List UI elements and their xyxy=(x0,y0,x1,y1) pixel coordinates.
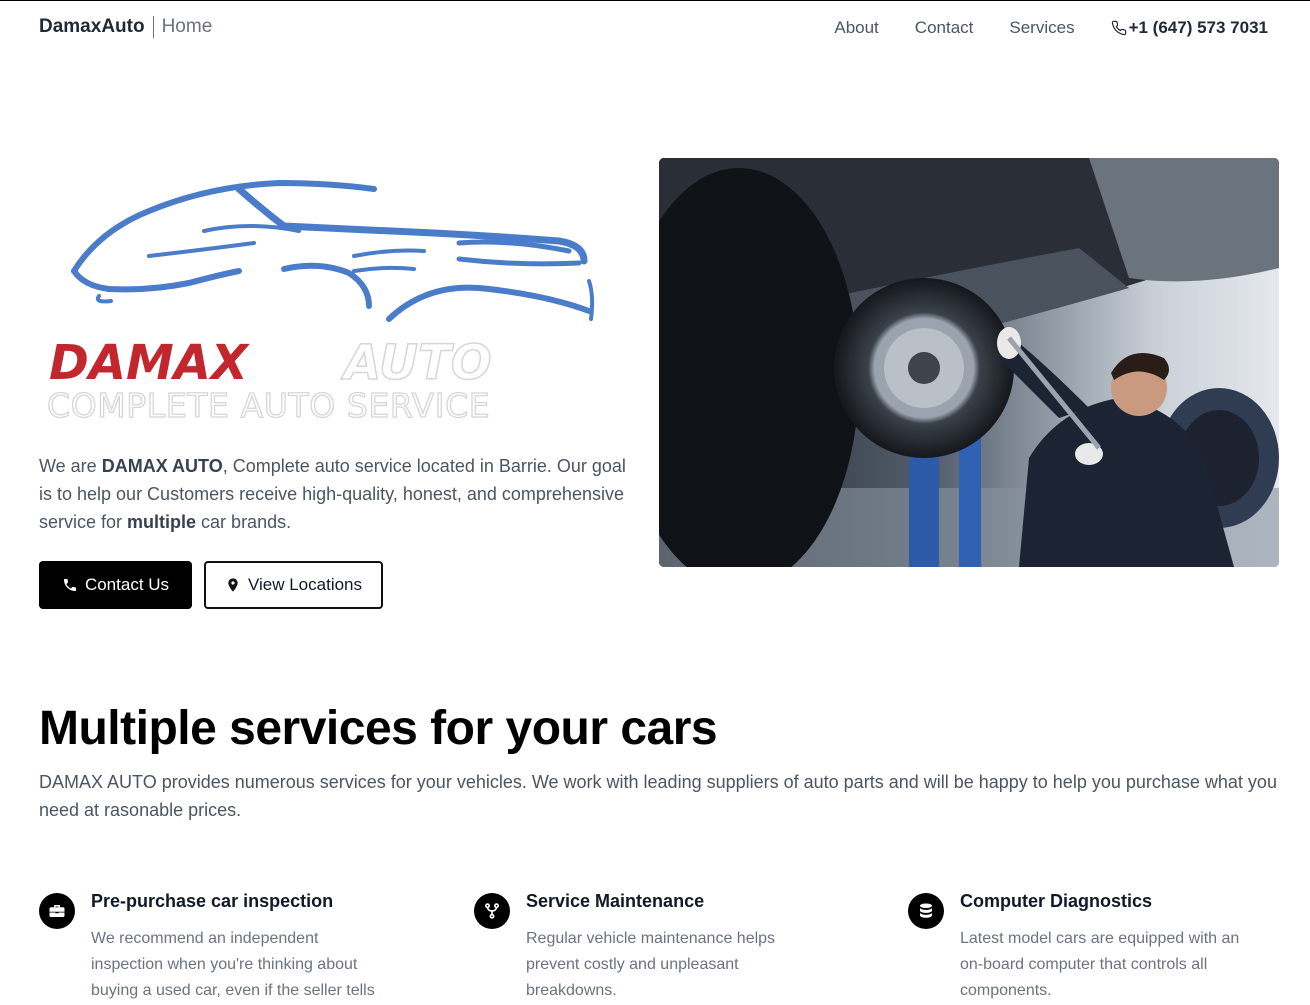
brand-name[interactable]: DamaxAuto xyxy=(39,16,145,38)
fork-icon xyxy=(474,893,510,929)
nav-links: About Contact Services +1 (647) 573 7031 xyxy=(798,18,1268,38)
contact-us-label: Contact Us xyxy=(84,575,170,594)
service-title: Service Maintenance xyxy=(526,891,705,911)
hero-photo xyxy=(659,158,1279,567)
service-text: Regular vehicle maintenance helps preven… xyxy=(526,930,776,999)
nav-link-services[interactable]: Services xyxy=(1009,18,1074,38)
logo-tagline: COMPLETE AUTO SERVICE xyxy=(47,386,490,425)
logo-auto: AUTO xyxy=(340,335,492,391)
database-icon xyxy=(908,893,944,929)
nav-link-about[interactable]: About xyxy=(834,18,878,38)
phone-icon xyxy=(1111,20,1126,36)
services-title: Multiple services for your cars xyxy=(39,702,718,755)
phone-number: +1 (647) 573 7031 xyxy=(1128,18,1268,37)
nav-link-contact[interactable]: Contact xyxy=(915,18,974,38)
nav-phone-link[interactable]: +1 (647) 573 7031 xyxy=(1111,18,1268,38)
top-navbar: DamaxAuto Home About Contact Services +1… xyxy=(0,1,1310,55)
view-locations-button[interactable]: View Locations xyxy=(204,561,383,609)
location-pin-icon xyxy=(228,578,238,592)
contact-us-button[interactable]: Contact Us xyxy=(39,561,192,609)
briefcase-icon xyxy=(39,893,75,929)
phone-icon xyxy=(63,579,76,591)
service-text: Latest model cars are equipped with an o… xyxy=(960,930,1240,999)
service-title: Pre-purchase car inspection xyxy=(91,891,334,911)
service-text: We recommend an independent inspection w… xyxy=(91,930,375,999)
brand-divider xyxy=(152,16,154,38)
damax-auto-logo: DAMAX AUTO COMPLETE AUTO SERVICE xyxy=(46,180,595,426)
view-locations-label: View Locations xyxy=(247,575,363,594)
logo-damax: DAMAX xyxy=(49,335,250,391)
current-page-label: Home xyxy=(161,16,213,37)
service-title: Computer Diagnostics xyxy=(960,891,1153,911)
hero-description: We are DAMAX AUTO, Complete auto service… xyxy=(39,456,626,532)
brand[interactable]: DamaxAuto Home xyxy=(39,16,212,38)
services-description: DAMAX AUTO provides numerous services fo… xyxy=(39,772,1277,820)
